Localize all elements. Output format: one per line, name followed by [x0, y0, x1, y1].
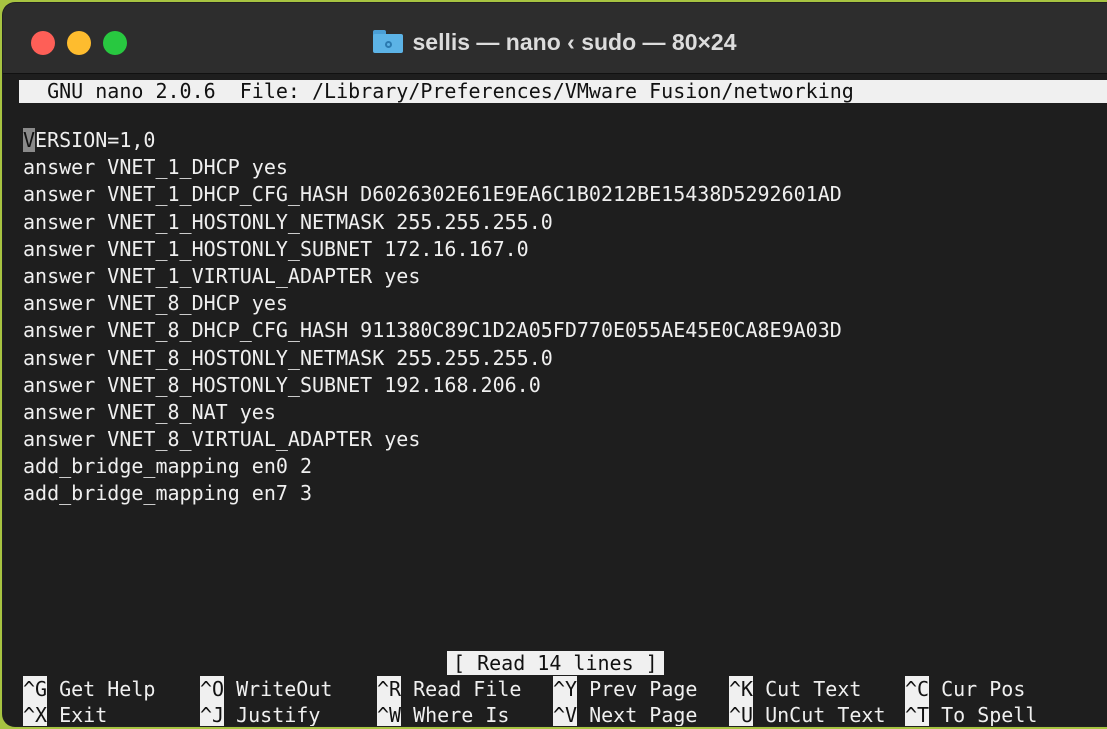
terminal-window: sellis — nano ‹ sudo — 80×24 GNU nano 2.…	[3, 3, 1107, 726]
shortcut-where-is[interactable]: ^W Where Is	[377, 702, 553, 726]
text-line[interactable]: answer VNET_1_HOSTONLY_SUBNET 172.16.167…	[23, 236, 842, 263]
shortcut-label: WriteOut	[236, 677, 333, 701]
text-line[interactable]: answer VNET_8_DHCP_CFG_HASH 911380C89C1D…	[23, 317, 842, 344]
nano-header: GNU nano 2.0.6 File: /Library/Preference…	[19, 80, 1107, 103]
shortcut-cur-pos[interactable]: ^C Cur Pos	[905, 676, 1075, 702]
shortcut-key: ^U	[729, 702, 754, 726]
shortcut-label: UnCut Text	[765, 703, 886, 726]
text-line[interactable]: VERSION=1,0	[23, 127, 842, 154]
shortcut-get-help[interactable]: ^G Get Help	[23, 676, 200, 702]
shortcut-to-spell[interactable]: ^T To Spell	[905, 702, 1075, 726]
text-line[interactable]: add_bridge_mapping en0 2	[23, 453, 842, 480]
window-title-container: sellis — nano ‹ sudo — 80×24	[3, 27, 1107, 57]
shortcut-writeout[interactable]: ^O WriteOut	[200, 676, 377, 702]
line-text: ERSION=1,0	[35, 128, 156, 152]
folder-icon	[373, 30, 404, 53]
shortcut-key: ^W	[377, 702, 402, 726]
shortcut-key: ^Y	[553, 676, 578, 702]
terminal-content[interactable]: GNU nano 2.0.6 File: /Library/Preference…	[3, 74, 1107, 726]
shortcut-label: Next Page	[589, 703, 698, 726]
shortcut-key: ^X	[23, 702, 48, 726]
text-line[interactable]: add_bridge_mapping en7 3	[23, 480, 842, 507]
shortcut-uncut-text[interactable]: ^U UnCut Text	[729, 702, 905, 726]
shortcut-label: To Spell	[941, 703, 1038, 726]
shortcut-key: ^G	[23, 676, 48, 702]
text-line[interactable]: answer VNET_8_VIRTUAL_ADAPTER yes	[23, 426, 842, 453]
shortcut-prev-page[interactable]: ^Y Prev Page	[553, 676, 729, 702]
shortcut-justify[interactable]: ^J Justify	[200, 702, 377, 726]
editor-buffer[interactable]: VERSION=1,0 answer VNET_1_DHCP yes answe…	[23, 127, 842, 508]
shortcut-bar: ^G Get Help ^O WriteOut ^R Read File ^Y Prev…	[23, 676, 1075, 726]
shortcut-row-1: ^G Get Help ^O WriteOut ^R Read File ^Y Prev…	[23, 676, 1075, 702]
shortcut-next-page[interactable]: ^V Next Page	[553, 702, 729, 726]
shortcut-label: Prev Page	[589, 677, 698, 701]
shortcut-label: Read File	[413, 677, 522, 701]
shortcut-label: Cut Text	[765, 677, 862, 701]
text-line[interactable]: answer VNET_8_HOSTONLY_SUBNET 192.168.20…	[23, 372, 842, 399]
shortcut-label: Get Help	[59, 677, 156, 701]
shortcut-key: ^K	[729, 676, 754, 702]
shortcut-key: ^T	[905, 702, 930, 726]
text-line[interactable]: answer VNET_8_DHCP yes	[23, 290, 842, 317]
status-message: [ Read 14 lines ]	[447, 651, 664, 675]
shortcut-exit[interactable]: ^X Exit	[23, 702, 200, 726]
shortcut-label: Justify	[236, 703, 321, 726]
text-line[interactable]: answer VNET_1_HOSTONLY_NETMASK 255.255.2…	[23, 209, 842, 236]
text-line[interactable]: answer VNET_8_HOSTONLY_NETMASK 255.255.2…	[23, 345, 842, 372]
shortcut-key: ^C	[905, 676, 930, 702]
shortcut-label: Cur Pos	[941, 677, 1026, 701]
shortcut-label: Where Is	[413, 703, 510, 726]
shortcut-key: ^R	[377, 676, 402, 702]
text-line[interactable]: answer VNET_1_DHCP_CFG_HASH D6026302E61E…	[23, 181, 842, 208]
text-line[interactable]: answer VNET_1_DHCP yes	[23, 154, 842, 181]
shortcut-key: ^J	[200, 702, 225, 726]
shortcut-label: Exit	[59, 703, 108, 726]
shortcut-key: ^V	[553, 702, 578, 726]
text-cursor: V	[23, 128, 36, 152]
shortcut-row-2: ^X Exit ^J Justify ^W Where Is ^V Next Page …	[23, 702, 1075, 726]
text-line[interactable]: answer VNET_8_NAT yes	[23, 399, 842, 426]
window-title: sellis — nano ‹ sudo — 80×24	[412, 29, 737, 55]
title-bar[interactable]: sellis — nano ‹ sudo — 80×24	[3, 3, 1107, 74]
shortcut-cut-text[interactable]: ^K Cut Text	[729, 676, 905, 702]
shortcut-read-file[interactable]: ^R Read File	[377, 676, 553, 702]
shortcut-key: ^O	[200, 676, 225, 702]
text-line[interactable]: answer VNET_1_VIRTUAL_ADAPTER yes	[23, 263, 842, 290]
